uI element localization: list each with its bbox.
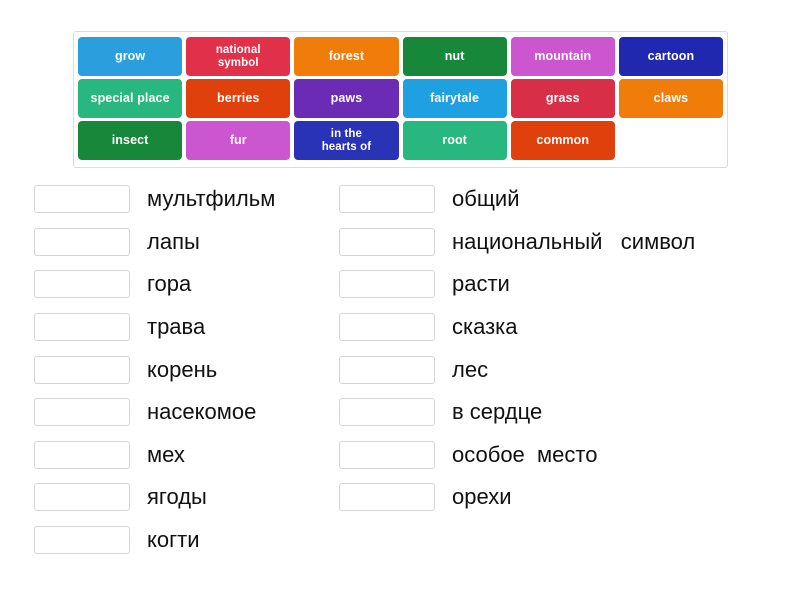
answer-label: национальный символ: [452, 228, 696, 254]
drop-slot[interactable]: [34, 398, 130, 427]
answer-label: когти: [147, 527, 200, 553]
drop-slot[interactable]: [34, 185, 130, 214]
tile-row: grow national symbol forest nut mountain…: [78, 37, 724, 76]
answer-column-left: мультфильм лапы гора трава корень насеко…: [34, 178, 339, 561]
draggable-tile-grow[interactable]: grow: [78, 37, 183, 76]
answer-row: лапы: [34, 221, 339, 264]
answer-row: когти: [34, 519, 339, 562]
drop-slot[interactable]: [339, 313, 435, 342]
draggable-tile-national-symbol[interactable]: national symbol: [186, 37, 291, 76]
drop-slot[interactable]: [34, 440, 130, 469]
tile-slot-empty: [619, 121, 723, 160]
draggable-tile-in-the-hearts-of[interactable]: in the hearts of: [294, 121, 399, 160]
tile-row: special place berries paws fairytale gra…: [78, 79, 724, 118]
draggable-tile-common[interactable]: common: [510, 121, 615, 160]
drop-slot[interactable]: [339, 355, 435, 384]
drop-slot[interactable]: [339, 270, 435, 299]
answer-label: орехи: [452, 484, 512, 510]
drop-slot[interactable]: [34, 313, 130, 342]
drop-slot[interactable]: [34, 526, 130, 555]
draggable-tile-insect[interactable]: insect: [78, 121, 183, 160]
answer-label: лапы: [147, 228, 200, 254]
answer-column-right: общий национальный символ расти сказка л…: [339, 178, 769, 561]
drop-slot[interactable]: [34, 355, 130, 384]
draggable-tile-grass[interactable]: grass: [510, 79, 615, 118]
answer-label: лес: [452, 356, 489, 382]
answer-row: расти: [339, 263, 769, 306]
answer-row: национальный символ: [339, 221, 769, 264]
answer-label: в сердце: [452, 399, 543, 425]
answer-area: мультфильм лапы гора трава корень насеко…: [0, 178, 800, 561]
answer-row: мех: [34, 434, 339, 477]
draggable-tile-nut[interactable]: nut: [402, 37, 507, 76]
answer-label: гора: [147, 271, 192, 297]
answer-label: мультфильм: [147, 186, 276, 212]
draggable-tile-special-place[interactable]: special place: [78, 79, 183, 118]
drop-slot[interactable]: [339, 483, 435, 512]
tile-row: insect fur in the hearts of root common: [78, 121, 723, 160]
draggable-tile-fairytale[interactable]: fairytale: [402, 79, 507, 118]
answer-label: особое место: [452, 441, 598, 467]
answer-label: сказка: [452, 314, 518, 340]
answer-row: особое место: [339, 434, 769, 477]
draggable-tile-cartoon[interactable]: cartoon: [618, 37, 724, 76]
answer-label: насекомое: [147, 399, 257, 425]
drop-slot[interactable]: [34, 227, 130, 256]
tile-bank: grow national symbol forest nut mountain…: [73, 31, 728, 168]
answer-row: корень: [34, 348, 339, 391]
draggable-tile-root[interactable]: root: [402, 121, 507, 160]
answer-row: общий: [339, 178, 769, 221]
draggable-tile-forest[interactable]: forest: [294, 37, 399, 76]
drop-slot[interactable]: [339, 227, 435, 256]
answer-label: корень: [147, 356, 218, 382]
answer-row: орехи: [339, 476, 769, 519]
answer-label: общий: [452, 186, 520, 212]
answer-row: сказка: [339, 306, 769, 349]
drop-slot[interactable]: [339, 185, 435, 214]
answer-row: в сердце: [339, 391, 769, 434]
answer-row: гора: [34, 263, 339, 306]
answer-row: ягоды: [34, 476, 339, 519]
answer-row: насекомое: [34, 391, 339, 434]
draggable-tile-berries[interactable]: berries: [186, 79, 291, 118]
drop-slot[interactable]: [339, 440, 435, 469]
drop-slot[interactable]: [34, 270, 130, 299]
draggable-tile-mountain[interactable]: mountain: [510, 37, 615, 76]
draggable-tile-paws[interactable]: paws: [294, 79, 399, 118]
answer-label: мех: [147, 441, 185, 467]
draggable-tile-claws[interactable]: claws: [618, 79, 724, 118]
answer-label: трава: [147, 314, 206, 340]
draggable-tile-fur[interactable]: fur: [186, 121, 291, 160]
answer-row: лес: [339, 348, 769, 391]
drop-slot[interactable]: [34, 483, 130, 512]
drop-slot[interactable]: [339, 398, 435, 427]
answer-row: трава: [34, 306, 339, 349]
answer-label: ягоды: [147, 484, 207, 510]
answer-label: расти: [452, 271, 510, 297]
answer-row: мультфильм: [34, 178, 339, 221]
